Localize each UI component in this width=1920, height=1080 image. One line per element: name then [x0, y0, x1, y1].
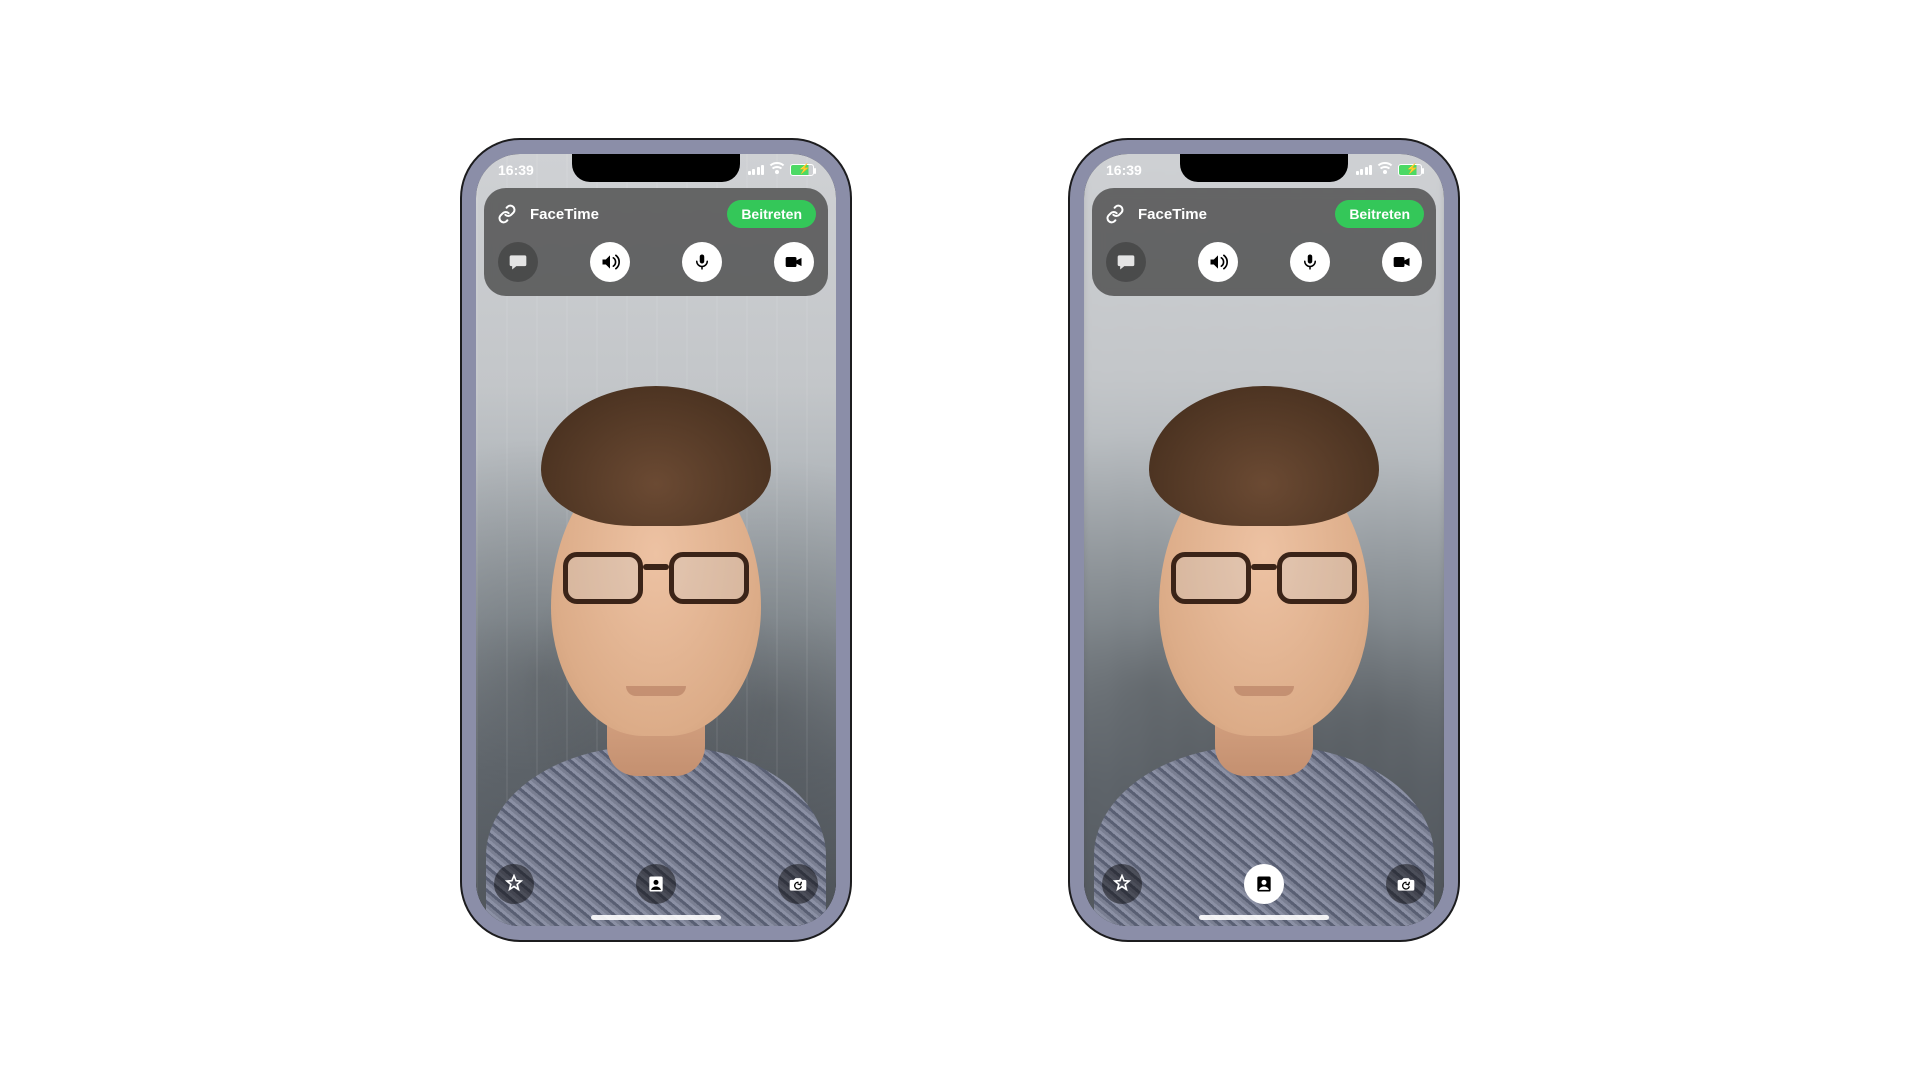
- portrait-mode-button[interactable]: [1244, 864, 1284, 904]
- chat-bubble-icon[interactable]: [498, 242, 538, 282]
- effects-button[interactable]: [494, 864, 534, 904]
- home-indicator[interactable]: [591, 915, 721, 920]
- speaker-button[interactable]: [590, 242, 630, 282]
- call-control-panel: FaceTime Beitreten: [484, 188, 828, 296]
- home-indicator[interactable]: [1199, 915, 1329, 920]
- camera-flip-button[interactable]: [1386, 864, 1426, 904]
- link-icon[interactable]: [496, 203, 518, 225]
- cellular-signal-icon: [748, 165, 765, 175]
- battery-charging-icon: ⚡: [1398, 164, 1422, 176]
- camera-flip-button[interactable]: [778, 864, 818, 904]
- battery-charging-icon: ⚡: [790, 164, 814, 176]
- microphone-button[interactable]: [1290, 242, 1330, 282]
- phone-notch: [572, 154, 740, 182]
- chat-bubble-icon[interactable]: [1106, 242, 1146, 282]
- camera-subject-person: [476, 324, 836, 926]
- app-name-label: FaceTime: [1138, 206, 1323, 223]
- join-call-button[interactable]: Beitreten: [727, 200, 816, 228]
- link-icon[interactable]: [1104, 203, 1126, 225]
- wifi-icon: [1377, 164, 1393, 176]
- call-control-panel: FaceTime Beitreten: [1092, 188, 1436, 296]
- cellular-signal-icon: [1356, 165, 1373, 175]
- bottom-controls: [1084, 864, 1444, 904]
- status-time: 16:39: [1106, 162, 1142, 178]
- bottom-controls: [476, 864, 836, 904]
- join-call-button[interactable]: Beitreten: [1335, 200, 1424, 228]
- app-name-label: FaceTime: [530, 206, 715, 223]
- phone-mockup-left: 16:39 ⚡ FaceTime Beitreten: [462, 140, 850, 940]
- camera-subject-person: [1084, 324, 1444, 926]
- wifi-icon: [769, 164, 785, 176]
- phone-notch: [1180, 154, 1348, 182]
- effects-button[interactable]: [1102, 864, 1142, 904]
- phone-mockup-right: 16:39 ⚡ FaceTime Beitreten: [1070, 140, 1458, 940]
- microphone-button[interactable]: [682, 242, 722, 282]
- speaker-button[interactable]: [1198, 242, 1238, 282]
- video-camera-button[interactable]: [774, 242, 814, 282]
- portrait-mode-button[interactable]: [636, 864, 676, 904]
- status-time: 16:39: [498, 162, 534, 178]
- video-camera-button[interactable]: [1382, 242, 1422, 282]
